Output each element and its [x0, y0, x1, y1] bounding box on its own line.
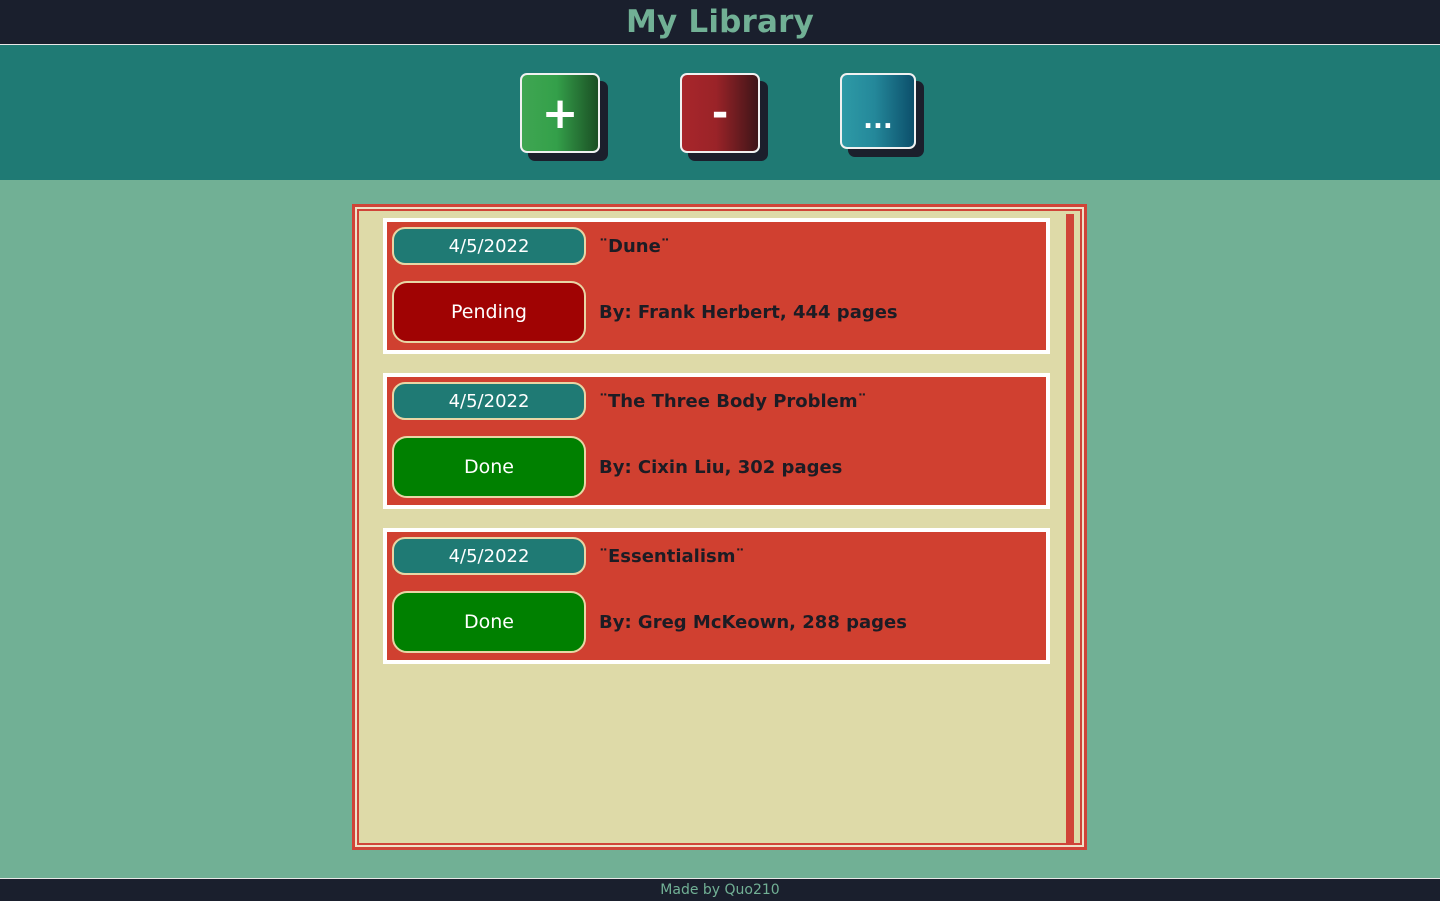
book-date: 4/5/2022	[392, 382, 586, 420]
remove-book-button[interactable]: -	[680, 73, 760, 153]
shelf-frame: 4/5/2022 Pending ¨Dune¨ By: Frank Herber…	[355, 207, 1084, 847]
book-date: 4/5/2022	[392, 227, 586, 265]
book-title: ¨Dune¨	[599, 236, 670, 257]
book-card: 4/5/2022 Done ¨Essentialism¨ By: Greg Mc…	[383, 528, 1050, 664]
footer: Made by Quo210	[0, 878, 1440, 901]
book-status-toggle[interactable]: Pending	[392, 281, 586, 343]
book-status-toggle[interactable]: Done	[392, 591, 586, 653]
book-card: 4/5/2022 Pending ¨Dune¨ By: Frank Herber…	[383, 218, 1050, 354]
book-title: ¨Essentialism¨	[599, 546, 745, 567]
book-meta: By: Cixin Liu, 302 pages	[599, 457, 843, 478]
app-header: My Library	[0, 0, 1440, 45]
book-meta: By: Frank Herbert, 444 pages	[599, 302, 898, 323]
book-shelf: 4/5/2022 Pending ¨Dune¨ By: Frank Herber…	[352, 204, 1087, 850]
book-date: 4/5/2022	[392, 537, 586, 575]
footer-credit: Made by Quo210	[660, 882, 780, 898]
book-status-toggle[interactable]: Done	[392, 436, 586, 498]
more-options-button[interactable]: ...	[840, 73, 916, 149]
toolbar: + - ...	[0, 45, 1440, 180]
app-title: My Library	[625, 4, 815, 40]
book-title: ¨The Three Body Problem¨	[599, 391, 867, 412]
add-book-button[interactable]: +	[520, 73, 600, 153]
book-list: 4/5/2022 Pending ¨Dune¨ By: Frank Herber…	[359, 211, 1080, 843]
book-card: 4/5/2022 Done ¨The Three Body Problem¨ B…	[383, 373, 1050, 509]
book-meta: By: Greg McKeown, 288 pages	[599, 612, 907, 633]
scrollbar[interactable]	[1066, 214, 1074, 843]
